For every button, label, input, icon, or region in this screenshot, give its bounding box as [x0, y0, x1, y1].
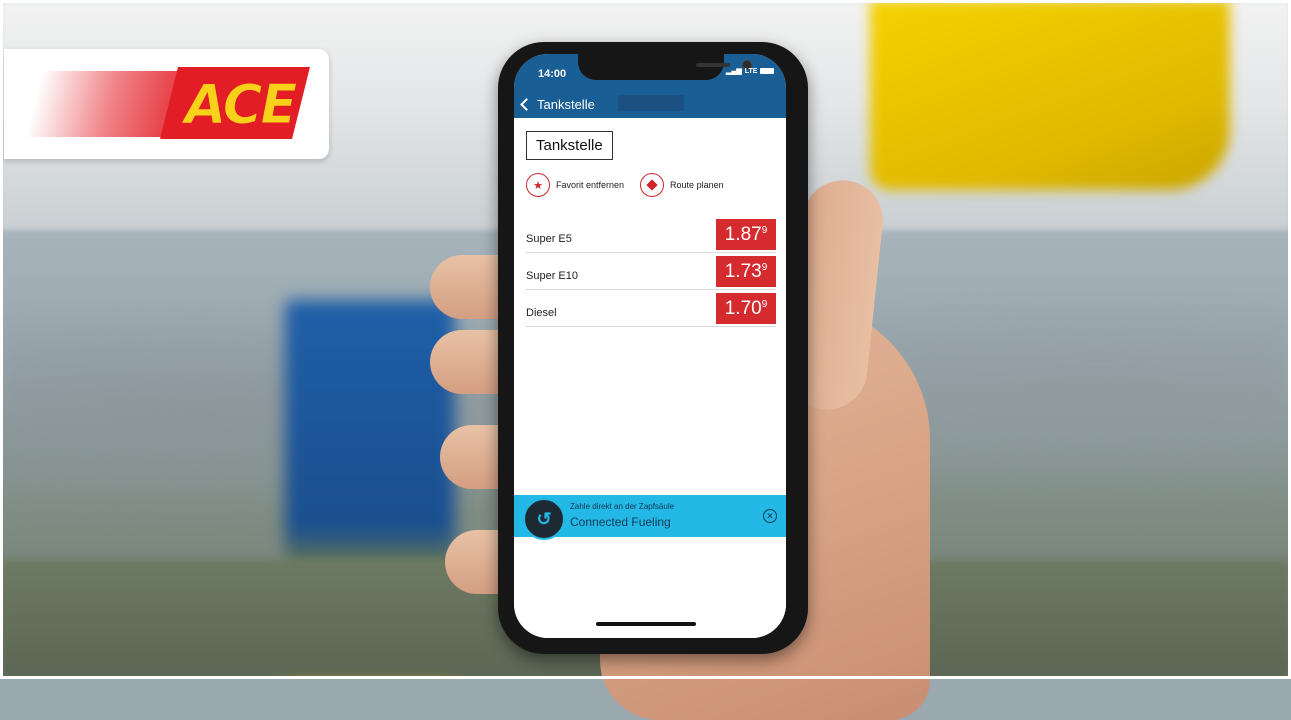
status-time: 14:00	[538, 68, 567, 80]
price-tenth: 9	[761, 262, 768, 273]
connected-fueling-logo-icon: ↺	[523, 498, 565, 540]
redacted-area	[618, 95, 684, 111]
phone-screen: 14:00 ▂▄▆ LTE Tankstelle Tankstelle ★ Fa…	[514, 54, 786, 638]
price-badge: 1.70 9	[716, 293, 776, 324]
back-button[interactable]: Tankstelle	[520, 96, 595, 112]
close-icon[interactable]: ✕	[763, 509, 777, 523]
route-plan-button[interactable]: Route planen	[640, 173, 724, 197]
price-badge: 1.73 9	[716, 256, 776, 287]
route-plan-label: Route planen	[670, 180, 724, 190]
banner-subtitle: Zahle direkt an der Zapfsäule	[570, 502, 675, 511]
connected-fueling-banner[interactable]: ↺ Zahle direkt an der Zapfsäule Connecte…	[514, 495, 786, 540]
back-label: Tankstelle	[537, 96, 595, 112]
price-value: 1.70	[724, 297, 762, 319]
price-row-diesel[interactable]: Diesel 1.70 9	[526, 293, 776, 327]
price-value: 1.87	[724, 223, 762, 245]
fuel-name: Diesel	[526, 307, 557, 319]
notch	[578, 54, 752, 80]
signal-indicator: ▂▄▆ LTE	[726, 67, 775, 75]
home-indicator[interactable]	[596, 622, 696, 626]
network-label: LTE	[744, 67, 758, 75]
route-icon	[640, 173, 665, 197]
signal-icon: ▂▄▆	[726, 68, 742, 75]
action-row: ★ Favorit entfernen Route planen	[526, 173, 776, 197]
price-value: 1.73	[724, 260, 762, 282]
battery-icon	[760, 68, 775, 74]
price-tenth: 9	[761, 225, 768, 236]
star-icon: ★	[526, 173, 550, 197]
price-tenth: 9	[761, 299, 768, 310]
banner-title: Connected Fueling	[570, 515, 671, 529]
fuel-name: Super E5	[526, 233, 572, 245]
favorite-remove-button[interactable]: ★ Favorit entfernen	[526, 173, 624, 197]
chevron-left-icon	[520, 97, 533, 111]
station-detail: Tankstelle ★ Favorit entfernen Route pla…	[514, 118, 786, 638]
canopy-yellow-accent	[870, 0, 1230, 190]
fuel-name: Super E10	[526, 270, 578, 282]
price-row-super-e5[interactable]: Super E5 1.87 9	[526, 219, 776, 253]
price-row-super-e10[interactable]: Super E10 1.73 9	[526, 256, 776, 290]
price-badge: 1.87 9	[716, 219, 776, 250]
favorite-remove-label: Favorit entfernen	[556, 180, 625, 190]
ace-logo: ACE	[184, 72, 298, 136]
price-list: Super E5 1.87 9 Super E10 1.73 9 Diesel 1.…	[526, 219, 776, 330]
ace-logo-card: ACE	[4, 49, 329, 159]
speaker	[696, 63, 730, 67]
station-title: Tankstelle	[526, 131, 613, 160]
